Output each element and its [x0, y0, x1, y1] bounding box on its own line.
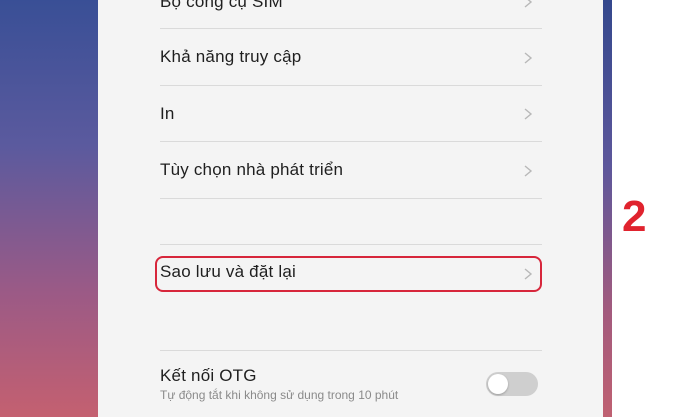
settings-item-label: Tùy chọn nhà phát triển — [160, 160, 344, 179]
divider — [160, 28, 542, 29]
settings-item-print[interactable]: In — [160, 104, 540, 124]
chevron-right-icon — [522, 0, 534, 8]
step-number: 2 — [622, 192, 647, 241]
wallpaper-left-edge — [0, 0, 98, 417]
wallpaper-right-edge — [603, 0, 612, 417]
divider — [160, 85, 542, 86]
settings-item-label: In — [160, 104, 175, 123]
settings-item-accessibility[interactable]: Khả năng truy cập — [160, 47, 540, 67]
chevron-right-icon — [522, 52, 534, 64]
highlight-box — [155, 256, 542, 292]
settings-item-sim-toolkit[interactable]: Bộ công cụ SIM — [160, 0, 540, 12]
settings-item-label: Bộ công cụ SIM — [160, 0, 283, 11]
settings-item-developer-options[interactable]: Tùy chọn nhà phát triển — [160, 160, 540, 180]
toggle-knob — [488, 374, 508, 394]
otg-toggle[interactable] — [486, 372, 538, 396]
settings-item-label: Khả năng truy cập — [160, 47, 302, 66]
otg-subtitle: Tự động tắt khi không sử dụng trong 10 p… — [160, 388, 399, 402]
divider — [160, 244, 542, 245]
settings-item-label: Kết nối OTG — [160, 366, 257, 385]
page-margin-right — [603, 0, 700, 417]
divider — [160, 141, 542, 142]
chevron-right-icon — [522, 108, 534, 120]
settings-item-otg[interactable]: Kết nối OTG — [160, 366, 540, 386]
divider — [160, 350, 542, 351]
divider — [160, 198, 542, 199]
chevron-right-icon — [522, 165, 534, 177]
